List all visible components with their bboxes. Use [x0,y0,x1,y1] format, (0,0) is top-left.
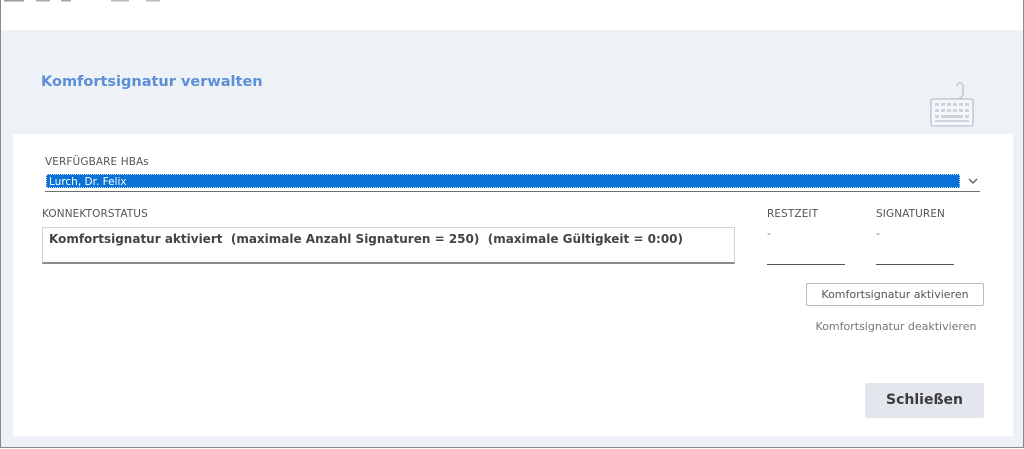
dialog-header: Komfortsignatur verwalten [1,30,1023,134]
signaturen-underline [876,264,954,265]
signaturen-label: SIGNATUREN [876,208,946,220]
dialog-title: Komfortsignatur verwalten [41,74,263,90]
konnektorstatus-text: Komfortsignatur aktiviert (maximale Anza… [49,232,684,246]
restzeit-label: RESTZEIT [767,208,819,220]
hba-label: VERFÜGBARE HBAs [45,156,149,168]
title-bar-residue [4,0,160,2]
keyboard-icon [930,82,974,127]
restzeit-value: - [767,227,771,240]
deactivate-button[interactable]: Komfortsignatur deaktivieren [813,320,979,333]
signaturen-value: - [876,227,880,240]
activate-button[interactable]: Komfortsignatur aktivieren [806,283,984,306]
dialog-window: Komfortsignatur verwalten VERFÜGBARE HBA… [0,0,1024,448]
chevron-down-icon[interactable] [967,175,979,187]
konnektorstatus-label: KONNEKTORSTATUS [42,208,148,220]
title-bar [1,0,1023,30]
close-button[interactable]: Schließen [865,383,984,418]
hba-dropdown[interactable]: Lurch, Dr. Felix [45,173,980,192]
restzeit-underline [767,264,845,265]
konnektorstatus-field: Komfortsignatur aktiviert (maximale Anza… [42,227,735,264]
hba-selected-value: Lurch, Dr. Felix [46,174,960,188]
